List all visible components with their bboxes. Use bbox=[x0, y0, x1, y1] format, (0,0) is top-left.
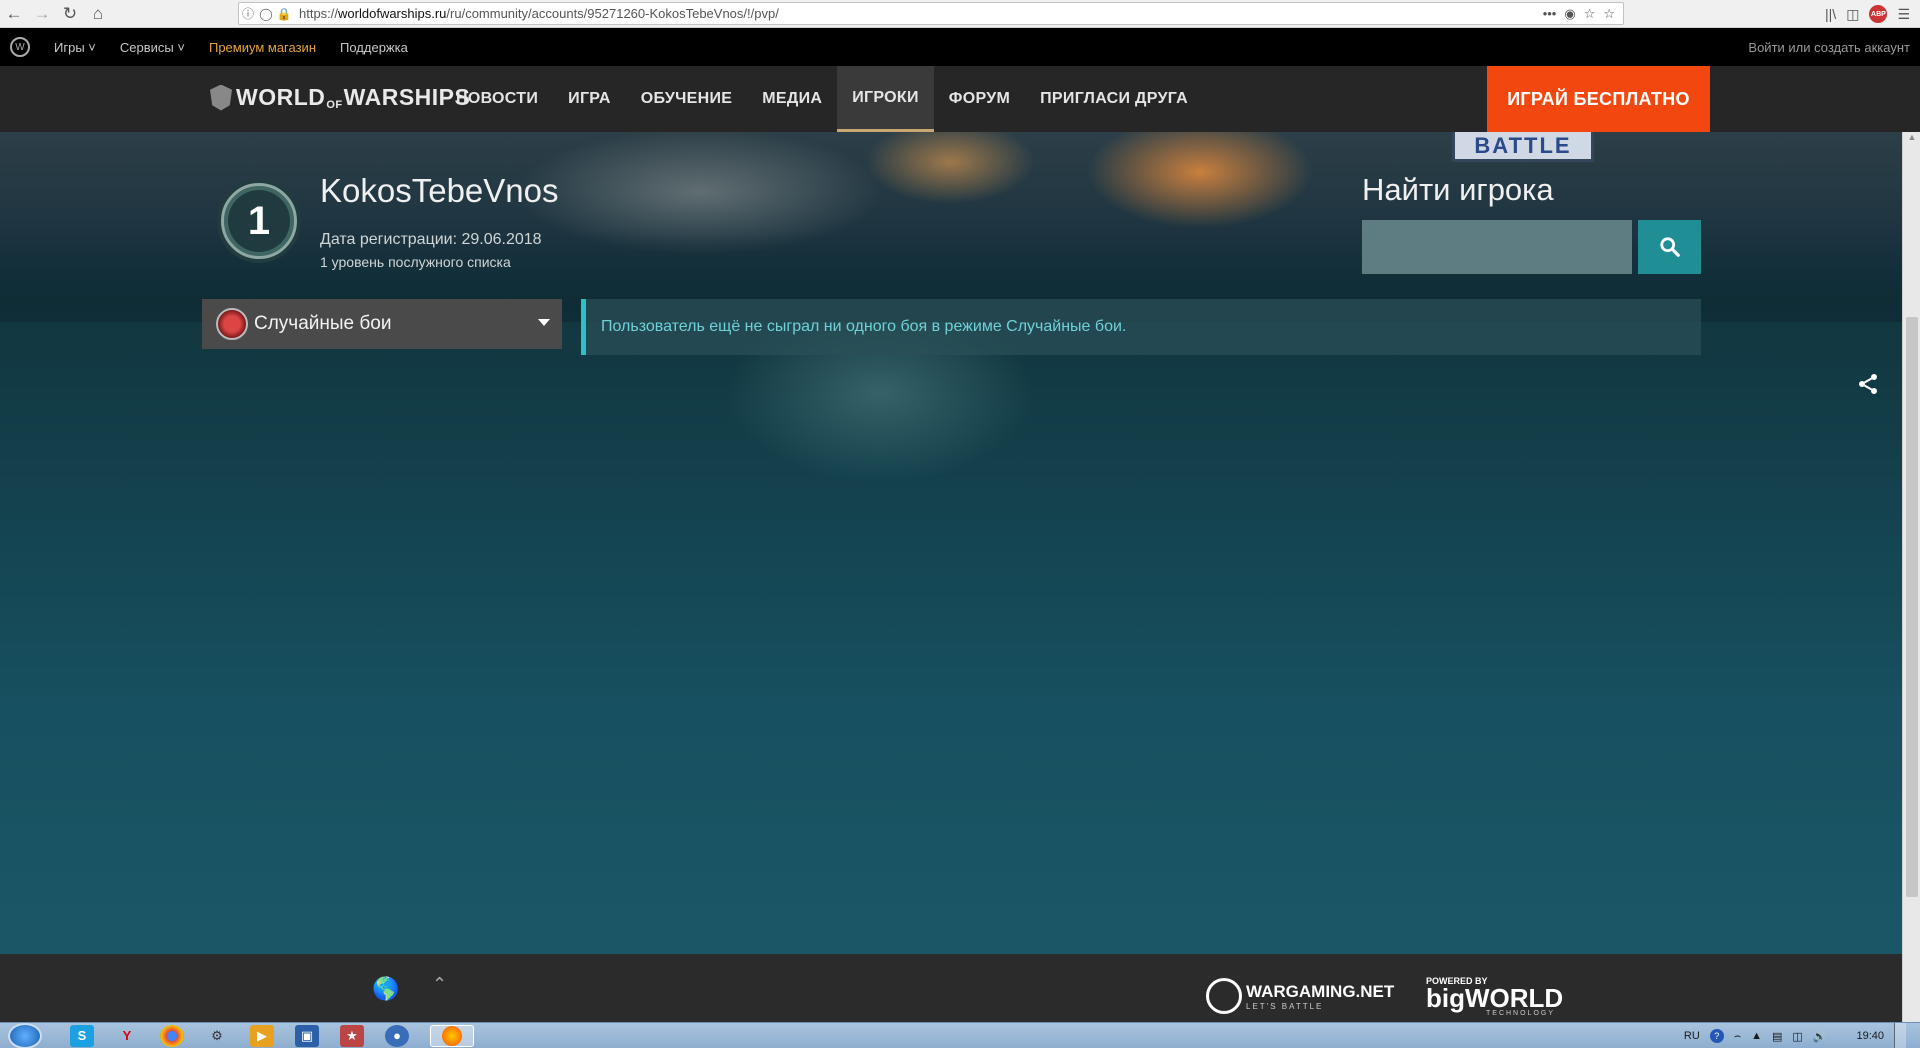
bookmark-star-icon[interactable]: ☆ bbox=[1603, 6, 1615, 22]
adblock-icon[interactable]: ABP bbox=[1869, 5, 1888, 23]
search-icon bbox=[1659, 237, 1680, 257]
no-battles-notice: Пользователь ещё не сыграл ни одного боя… bbox=[581, 299, 1701, 355]
sidebar-icon[interactable]: ◫ bbox=[1846, 6, 1859, 23]
notice-text: Пользователь ещё не сыграл ни одного боя… bbox=[601, 318, 1127, 335]
language-indicator[interactable]: RU bbox=[1684, 1030, 1700, 1042]
browser-toolbar: ← → ↻ ⌂ ⓘ ◯ 🔒 https://worldofwarships.ru… bbox=[0, 0, 1920, 28]
player-name: KokosTebeVnos bbox=[320, 172, 559, 209]
skype-icon[interactable]: S bbox=[70, 1024, 94, 1047]
chrome-icon[interactable] bbox=[160, 1024, 184, 1047]
lock-icon: 🔒 bbox=[276, 6, 292, 21]
games-menu[interactable]: Игры ˅ bbox=[54, 40, 96, 55]
shield-icon[interactable]: ◯ bbox=[257, 7, 275, 21]
share-icon[interactable] bbox=[1856, 372, 1880, 396]
nav-invite-friend[interactable]: ПРИГЛАСИ ДРУГА bbox=[1025, 66, 1203, 132]
nav-media[interactable]: МЕДИА bbox=[747, 66, 837, 132]
wargaming-top-bar: W Игры ˅ Сервисы ˅ Премиум магазин Подде… bbox=[0, 28, 1920, 66]
media-player-icon[interactable]: ▶ bbox=[250, 1024, 274, 1047]
firefox-icon[interactable] bbox=[430, 1024, 474, 1047]
pocket-icon[interactable]: ◉ bbox=[1564, 6, 1575, 22]
game-center-icon[interactable]: ⚙ bbox=[205, 1025, 229, 1047]
random-battles-icon bbox=[216, 308, 248, 340]
nav-players[interactable]: ИГРОКИ bbox=[837, 66, 934, 132]
address-bar[interactable]: ⓘ ◯ 🔒 https://worldofwarships.ru/ru/comm… bbox=[238, 2, 1624, 25]
nav-game[interactable]: ИГРА bbox=[553, 66, 626, 132]
page-footer: 🌎 ⌃ WARGAMING.NET LET'S BATTLE POWERED B… bbox=[0, 954, 1902, 1022]
nav-forum[interactable]: ФОРУМ bbox=[934, 66, 1025, 132]
info-icon[interactable]: ⓘ bbox=[239, 5, 257, 22]
photo-app-icon[interactable]: ● bbox=[385, 1024, 409, 1047]
scroll-thumb[interactable] bbox=[1906, 317, 1918, 897]
battle-mode-label: Случайные бои bbox=[254, 313, 392, 334]
windows-taskbar: S Y ⚙ ▶ ▣ ★ ● RU ? ⌢ ▲ ▤ ◫ 🔊 19:40 bbox=[0, 1022, 1920, 1048]
services-menu[interactable]: Сервисы ˅ bbox=[120, 40, 185, 55]
battle-banner-badge: BATTLE bbox=[1452, 132, 1594, 162]
yandex-browser-icon[interactable]: Y bbox=[115, 1025, 139, 1047]
network-icon[interactable]: ▤ bbox=[1772, 1030, 1782, 1043]
home-icon[interactable]: ⌂ bbox=[84, 0, 112, 28]
system-tray: RU ? ⌢ ▲ ▤ ◫ 🔊 19:40 bbox=[1684, 1023, 1920, 1048]
keyboard-icon[interactable]: ⌢ bbox=[1734, 1030, 1741, 1043]
library-icon[interactable]: ||\ bbox=[1825, 6, 1836, 22]
support-link[interactable]: Поддержка bbox=[340, 40, 408, 55]
player-rank-badge: 1 bbox=[221, 183, 297, 259]
nav-news[interactable]: НОВОСТИ bbox=[441, 66, 553, 132]
page-scrollbar[interactable]: ▲ bbox=[1902, 132, 1920, 1022]
search-button[interactable] bbox=[1638, 220, 1701, 274]
main-navigation: WORLD OF WARSHIPS НОВОСТИ ИГРА ОБУЧЕНИЕ МЕ… bbox=[0, 66, 1920, 132]
bigworld-logo[interactable]: POWERED BY bigWORLD TECHNOLOGY bbox=[1426, 976, 1563, 1017]
world-of-warships-logo[interactable]: WORLD OF WARSHIPS bbox=[210, 84, 470, 111]
play-free-button[interactable]: ИГРАЙ БЕСПЛАТНО bbox=[1487, 66, 1710, 132]
nav-learning[interactable]: ОБУЧЕНИЕ bbox=[626, 66, 748, 132]
volume-icon[interactable]: 🔊 bbox=[1813, 1030, 1827, 1043]
player-search-input[interactable] bbox=[1362, 220, 1632, 274]
show-desktop-button[interactable] bbox=[1894, 1023, 1906, 1048]
menu-icon[interactable]: ☰ bbox=[1897, 6, 1910, 23]
back-arrow-icon[interactable]: ← bbox=[0, 0, 28, 28]
registration-date: Дата регистрации: 29.06.2018 bbox=[320, 231, 542, 248]
more-dots-icon[interactable]: ••• bbox=[1543, 6, 1557, 22]
start-button[interactable] bbox=[8, 1022, 42, 1048]
find-player-title: Найти игрока bbox=[1362, 172, 1554, 207]
forward-arrow-icon[interactable]: → bbox=[28, 0, 56, 28]
anchor-shield-icon bbox=[210, 84, 232, 111]
service-record-level: 1 уровень послужного списка bbox=[320, 254, 511, 270]
help-icon[interactable]: ? bbox=[1709, 1029, 1724, 1043]
reload-icon[interactable]: ↻ bbox=[56, 0, 84, 28]
tray-expand-icon[interactable]: ▲ bbox=[1751, 1030, 1762, 1042]
page-content: BATTLE 1 KokosTebeVnos Дата регистрации:… bbox=[0, 132, 1902, 954]
premium-shop-link[interactable]: Премиум магазин bbox=[209, 40, 316, 55]
clock[interactable]: 19:40 bbox=[1856, 1030, 1884, 1042]
wargaming-net-logo[interactable]: WARGAMING.NET LET'S BATTLE bbox=[1206, 978, 1394, 1014]
caret-down-icon bbox=[538, 319, 550, 326]
login-link[interactable]: Войти или создать аккаунт bbox=[1748, 40, 1910, 55]
monitor-icon[interactable]: ◫ bbox=[1792, 1030, 1802, 1043]
wargaming-circle-icon bbox=[1206, 978, 1242, 1014]
scroll-to-top-icon[interactable]: ⌃ bbox=[432, 974, 447, 995]
url-text[interactable]: https://worldofwarships.ru/ru/community/… bbox=[299, 6, 779, 21]
world-map-icon[interactable]: 🌎 bbox=[372, 976, 422, 1001]
save-disk-icon[interactable]: ▣ bbox=[295, 1024, 319, 1047]
battle-mode-dropdown[interactable]: Случайные бои bbox=[202, 299, 562, 349]
extension-icon[interactable]: ☆ bbox=[1584, 6, 1596, 22]
wargaming-logo-icon[interactable]: W bbox=[10, 37, 30, 57]
app-icon[interactable]: ★ bbox=[340, 1024, 364, 1047]
scroll-up-arrow-icon[interactable]: ▲ bbox=[1903, 132, 1920, 148]
